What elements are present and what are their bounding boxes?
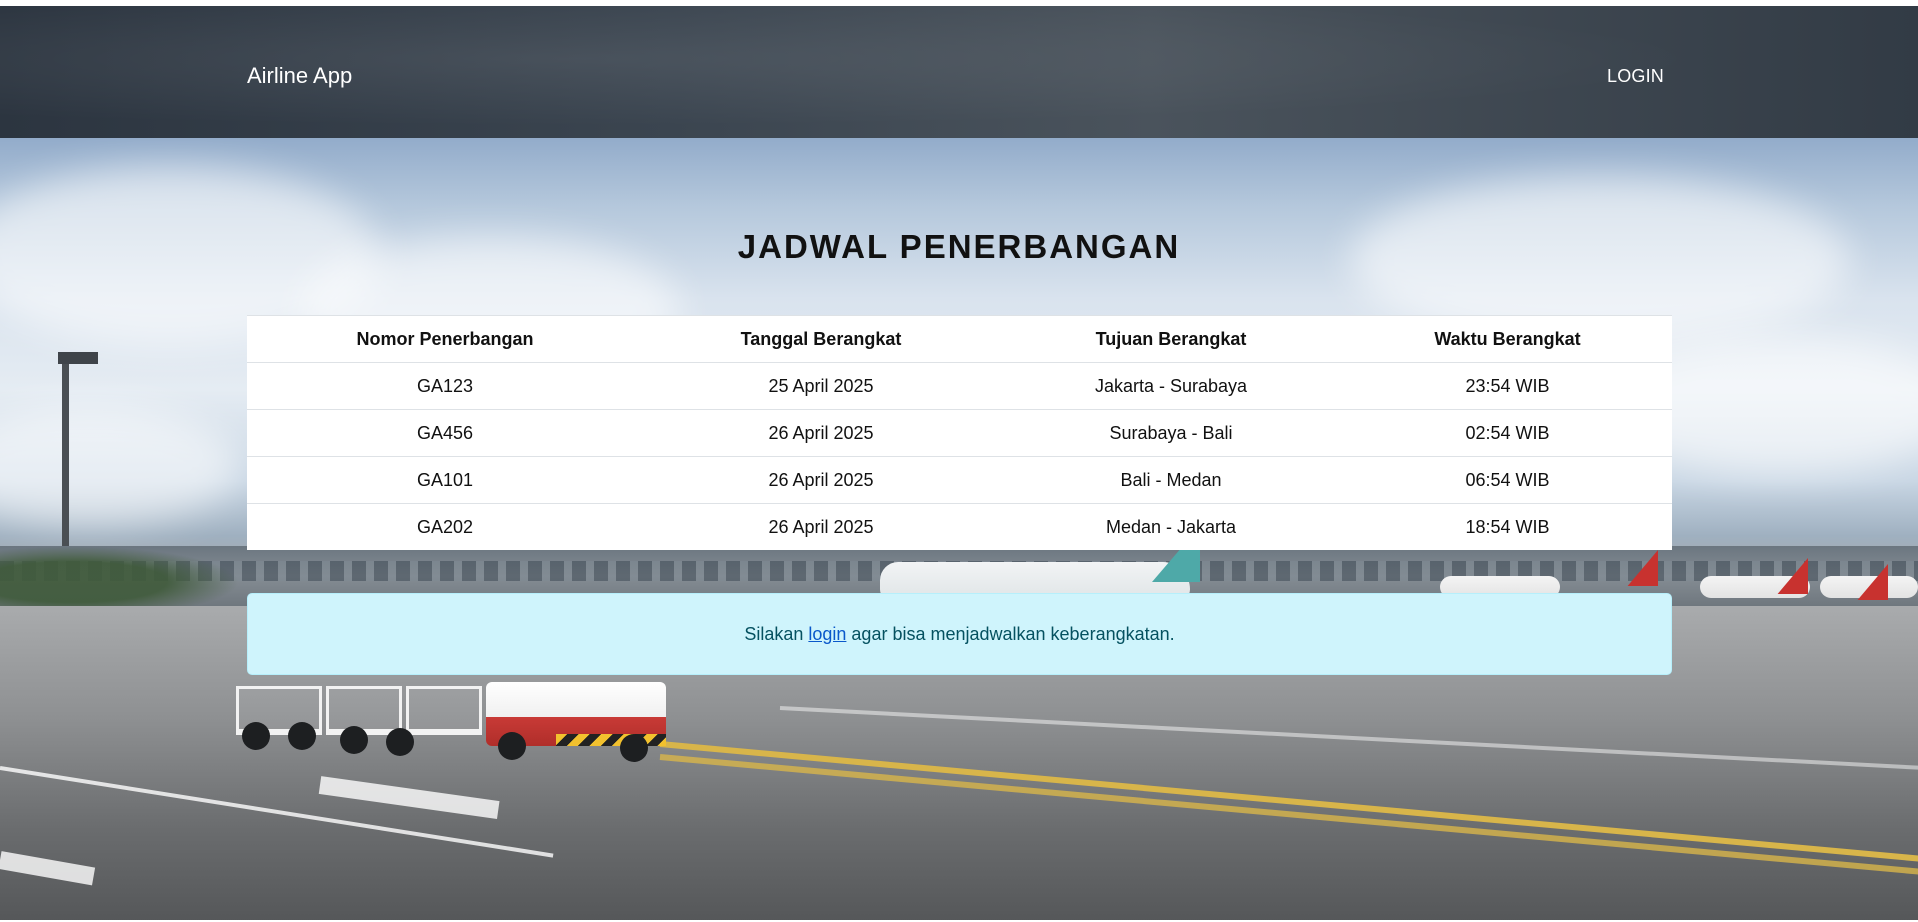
cell-departure-time: 18:54 WIB — [1343, 503, 1672, 550]
brand-link[interactable]: Airline App — [247, 63, 352, 89]
table-row: GA101 26 April 2025 Bali - Medan 06:54 W… — [247, 456, 1672, 504]
baggage-cart — [406, 686, 482, 735]
cloud — [0, 406, 240, 526]
wheel — [288, 722, 316, 750]
wheel — [498, 732, 526, 760]
cell-flight-number: GA123 — [247, 362, 643, 410]
cell-flight-number: GA202 — [247, 503, 643, 550]
hazard-stripe — [556, 734, 666, 746]
login-info-alert: Silakan login agar bisa menjadwalkan keb… — [247, 593, 1672, 675]
alert-login-link[interactable]: login — [808, 624, 846, 645]
cell-destination: Surabaya - Bali — [999, 409, 1343, 457]
baggage-tug — [236, 682, 666, 776]
column-header-departure-date: Tanggal Berangkat — [643, 315, 999, 363]
cell-departure-date: 26 April 2025 — [643, 503, 999, 550]
light-pole-head — [58, 352, 98, 364]
cell-destination: Jakarta - Surabaya — [999, 362, 1343, 410]
cell-flight-number: GA456 — [247, 409, 643, 457]
wheel — [386, 728, 414, 756]
table-header-row: Nomor Penerbangan Tanggal Berangkat Tuju… — [247, 315, 1672, 363]
cell-destination: Bali - Medan — [999, 456, 1343, 504]
column-header-flight-number: Nomor Penerbangan — [247, 315, 643, 363]
navbar: Airline App LOGIN — [0, 6, 1918, 138]
nav-login-link[interactable]: LOGIN — [1607, 66, 1664, 87]
baggage-cart — [326, 686, 402, 735]
page-background: Airline App LOGIN JADWAL PENERBANGAN Nom… — [0, 6, 1918, 920]
cell-departure-date: 26 April 2025 — [643, 409, 999, 457]
cell-departure-time: 02:54 WIB — [1343, 409, 1672, 457]
cell-destination: Medan - Jakarta — [999, 503, 1343, 550]
flight-schedule-table: Nomor Penerbangan Tanggal Berangkat Tuju… — [247, 315, 1672, 550]
page-title: JADWAL PENERBANGAN — [737, 228, 1181, 265]
cell-flight-number: GA101 — [247, 456, 643, 504]
trees — [0, 546, 240, 606]
wheel — [340, 726, 368, 754]
wheel — [242, 722, 270, 750]
table-row: GA202 26 April 2025 Medan - Jakarta 18:5… — [247, 503, 1672, 550]
wheel — [620, 734, 648, 762]
alert-text-before: Silakan — [744, 623, 804, 644]
table-row: GA456 26 April 2025 Surabaya - Bali 02:5… — [247, 409, 1672, 457]
cell-departure-date: 25 April 2025 — [643, 362, 999, 410]
column-header-departure-time: Waktu Berangkat — [1343, 315, 1672, 363]
table-row: GA123 25 April 2025 Jakarta - Surabaya 2… — [247, 362, 1672, 410]
column-header-destination: Tujuan Berangkat — [999, 315, 1343, 363]
cell-departure-time: 23:54 WIB — [1343, 362, 1672, 410]
alert-text-after: agar bisa menjadwalkan keberangkatan. — [851, 623, 1175, 644]
cell-departure-date: 26 April 2025 — [643, 456, 999, 504]
cell-departure-time: 06:54 WIB — [1343, 456, 1672, 504]
